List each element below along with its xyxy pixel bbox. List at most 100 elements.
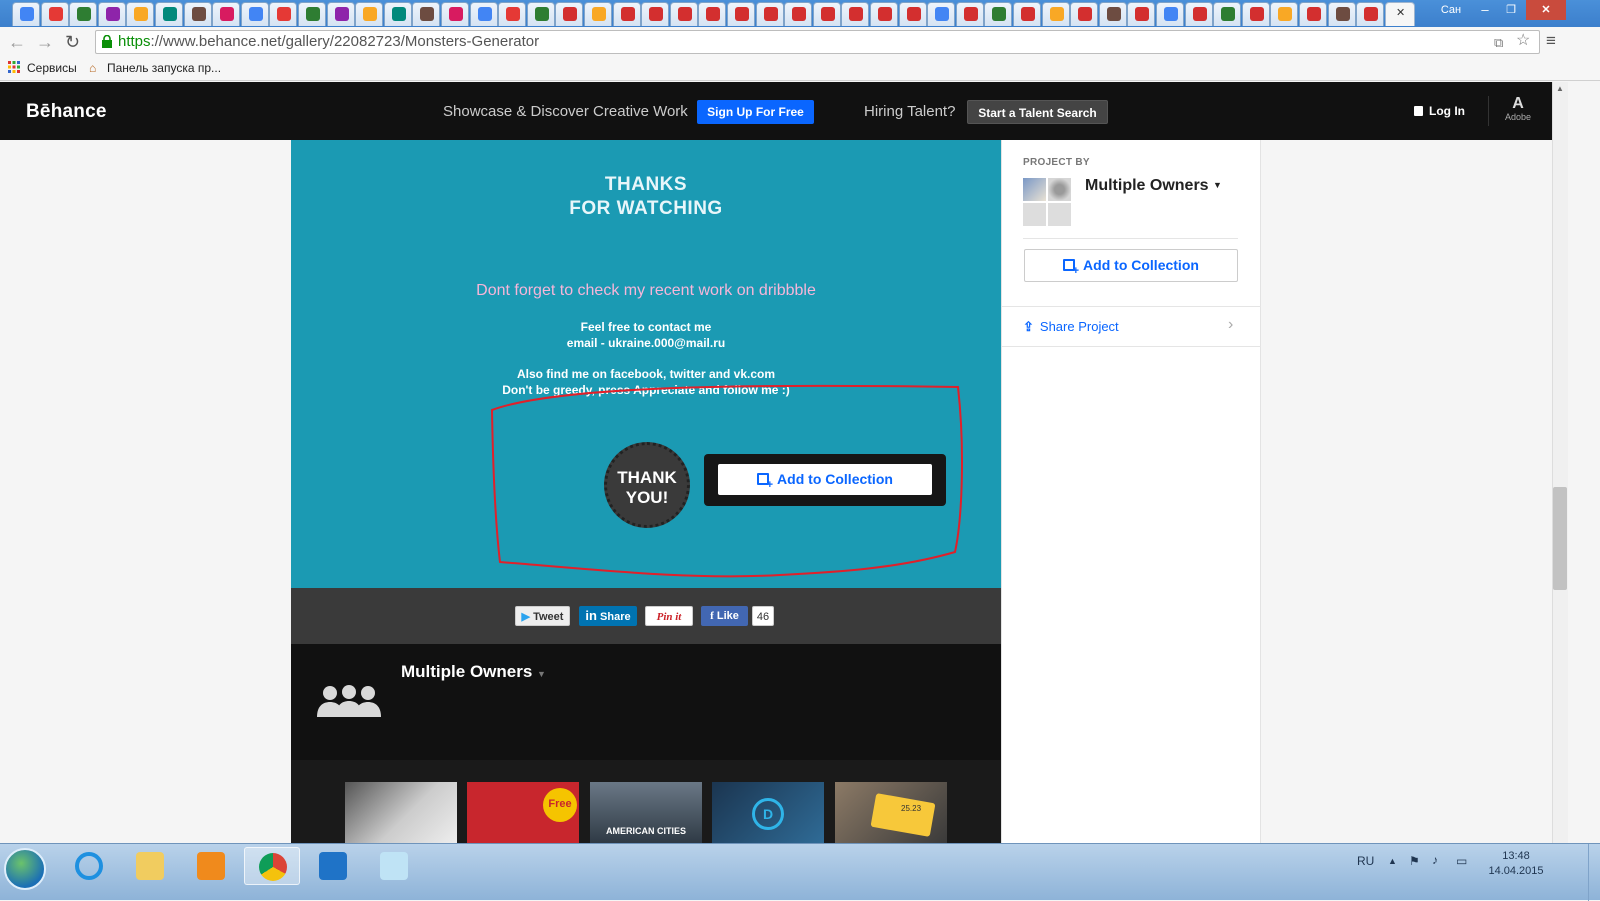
network-error-icon[interactable]: ⚑ (1409, 854, 1420, 868)
volume-icon[interactable]: ♪ (1432, 853, 1438, 867)
forward-arrow-icon[interactable]: → (36, 32, 54, 52)
multiple-users-icon[interactable] (316, 684, 382, 718)
browser-tab[interactable] (1156, 2, 1184, 26)
share-project-link[interactable]: ⇪ Share Project (1023, 319, 1119, 335)
browser-tab[interactable] (298, 2, 326, 26)
minimize-icon[interactable]: – (1473, 0, 1497, 20)
related-thumb-2[interactable]: Free (467, 782, 579, 843)
related-thumb-4[interactable]: D (712, 782, 824, 843)
add-to-collection-button[interactable]: Add to Collection (718, 464, 932, 495)
browser-tab[interactable] (384, 2, 412, 26)
browser-tab[interactable] (12, 2, 40, 26)
browser-tab[interactable] (1185, 2, 1213, 26)
address-bar[interactable]: https://www.behance.net/gallery/22082723… (95, 30, 1540, 54)
browser-tab[interactable] (727, 2, 755, 26)
browser-tab[interactable] (1070, 2, 1098, 26)
taskbar-ie[interactable] (61, 847, 117, 885)
browser-tab[interactable] (412, 2, 440, 26)
browser-tab[interactable] (184, 2, 212, 26)
browser-tab[interactable] (756, 2, 784, 26)
apps-grid-icon[interactable] (8, 61, 20, 76)
linkedin-share-button[interactable]: in Share (579, 606, 637, 626)
close-tab-icon[interactable]: ✕ (1396, 6, 1405, 19)
browser-tab[interactable] (813, 2, 841, 26)
bookmark-star-icon[interactable]: ☆ (1516, 30, 1530, 52)
browser-tab[interactable] (441, 2, 469, 26)
browser-tab[interactable] (1299, 2, 1327, 26)
owner-avatars[interactable] (1023, 178, 1071, 226)
browser-tab[interactable] (1356, 2, 1384, 26)
browser-tab[interactable] (899, 2, 927, 26)
browser-tab[interactable] (212, 2, 240, 26)
maximize-icon[interactable]: ❐ (1499, 0, 1523, 20)
related-thumb-5[interactable]: 25.23 (835, 782, 947, 843)
browser-tab[interactable] (984, 2, 1012, 26)
browser-tab[interactable] (670, 2, 698, 26)
browser-tab[interactable] (1099, 2, 1127, 26)
browser-tab[interactable] (784, 2, 812, 26)
browser-tab[interactable] (1213, 2, 1241, 26)
related-thumb-1[interactable] (345, 782, 457, 843)
adobe-link[interactable]: A Adobe (1502, 96, 1534, 123)
browser-tab[interactable] (126, 2, 154, 26)
behance-logo[interactable]: Bēhance (26, 101, 107, 123)
browser-tab[interactable] (327, 2, 355, 26)
scroll-up-arrow-icon[interactable]: ▲ (1556, 84, 1564, 93)
browser-tab[interactable] (841, 2, 869, 26)
browser-tab[interactable] (555, 2, 583, 26)
bookmark-services[interactable]: Сервисы (27, 61, 77, 75)
action-center-icon[interactable]: ▭ (1456, 854, 1467, 868)
tray-expand-icon[interactable]: ▲ (1388, 856, 1397, 866)
reload-icon[interactable]: ↻ (65, 32, 80, 52)
scrollbar-thumb[interactable] (1553, 487, 1567, 590)
hiring-talent-link[interactable]: Hiring Talent? (864, 103, 955, 120)
page-scrollbar[interactable]: ▲ (1552, 82, 1568, 843)
tweet-button[interactable]: ▶ Tweet (515, 606, 570, 626)
browser-tab[interactable] (98, 2, 126, 26)
browser-tab[interactable] (269, 2, 297, 26)
back-arrow-icon[interactable]: ← (8, 32, 26, 52)
show-desktop-button[interactable] (1588, 844, 1600, 901)
browser-tab[interactable] (1242, 2, 1270, 26)
translate-icon[interactable]: ⧉ (1494, 32, 1503, 54)
browser-tab[interactable] (1270, 2, 1298, 26)
browser-tab[interactable] (956, 2, 984, 26)
taskbar-media[interactable] (183, 847, 239, 885)
sidebar-owner-link[interactable]: Multiple Owners ▼ (1085, 177, 1222, 195)
chevron-right-icon[interactable]: › (1228, 316, 1233, 334)
browser-tab[interactable] (870, 2, 898, 26)
owners-name-link[interactable]: Multiple Owners ▼ (401, 662, 546, 682)
browser-tab[interactable] (241, 2, 269, 26)
system-clock[interactable]: 13:48 14.04.2015 (1486, 849, 1546, 879)
browser-tab[interactable] (1328, 2, 1356, 26)
login-link[interactable]: Log In (1414, 104, 1465, 118)
browser-tab[interactable] (470, 2, 498, 26)
browser-tab[interactable] (1042, 2, 1070, 26)
sidebar-add-to-collection-button[interactable]: Add to Collection (1024, 249, 1238, 282)
header-tagline[interactable]: Showcase & Discover Creative Work (443, 103, 688, 120)
browser-tab[interactable] (927, 2, 955, 26)
browser-tab[interactable] (1127, 2, 1155, 26)
taskbar-explorer[interactable] (122, 847, 178, 885)
close-window-icon[interactable]: ✕ (1526, 0, 1566, 20)
related-thumb-3[interactable]: AMERICAN CITIES (590, 782, 702, 843)
pinterest-button[interactable]: Pin it (645, 606, 693, 626)
taskbar-chrome[interactable] (244, 847, 300, 885)
taskbar-maxthon[interactable] (305, 847, 361, 885)
signup-button[interactable]: Sign Up For Free (697, 100, 814, 124)
browser-tab[interactable] (584, 2, 612, 26)
browser-tab[interactable] (641, 2, 669, 26)
browser-tab[interactable] (527, 2, 555, 26)
facebook-like-button[interactable]: f Like (701, 606, 748, 626)
browser-tab[interactable] (613, 2, 641, 26)
browser-tab[interactable] (355, 2, 383, 26)
taskbar-notes[interactable] (366, 847, 422, 885)
bookmark-launcher[interactable]: Панель запуска пр... (107, 61, 221, 75)
browser-tab[interactable] (69, 2, 97, 26)
start-button[interactable] (4, 848, 46, 890)
menu-icon[interactable]: ≡ (1546, 31, 1556, 51)
browser-tab[interactable] (698, 2, 726, 26)
talent-search-button[interactable]: Start a Talent Search (967, 100, 1108, 124)
browser-tab[interactable] (41, 2, 69, 26)
browser-tab[interactable] (498, 2, 526, 26)
